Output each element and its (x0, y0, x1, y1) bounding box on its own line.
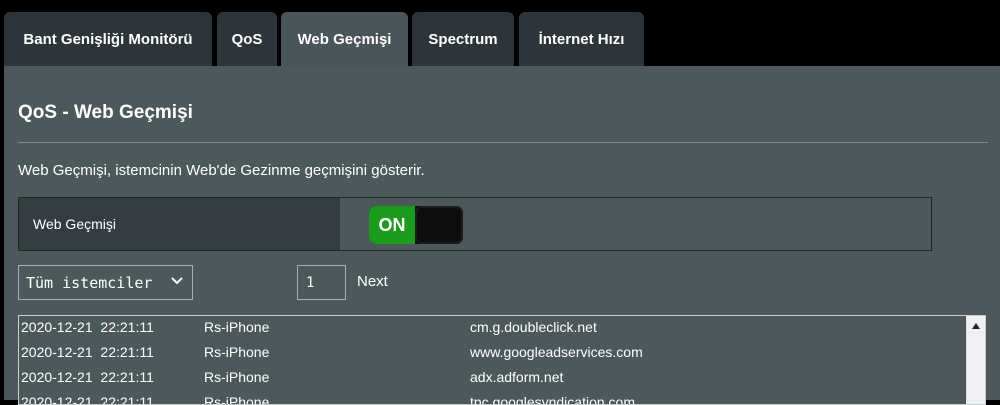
tab-label: İnternet Hızı (538, 30, 625, 48)
next-page-link[interactable]: Next (357, 273, 388, 290)
history-datetime: 2020-12-21 22:21:11 (21, 369, 154, 385)
history-client: Rs-iPhone (204, 319, 270, 335)
toggle-on-label: ON (369, 206, 415, 244)
history-client: Rs-iPhone (204, 344, 270, 360)
toggle-knob (415, 206, 463, 244)
content-panel: QoS - Web Geçmişi Web Geçmişi, istemcini… (4, 66, 1000, 405)
title-divider (18, 142, 988, 143)
tab-label: Spectrum (428, 30, 498, 48)
history-url: adx.adform.net (470, 369, 564, 385)
client-select-value: Tüm istemciler (26, 273, 153, 292)
chevron-down-icon (171, 277, 183, 285)
history-datetime: 2020-12-21 22:21:11 (21, 319, 154, 335)
tab-qos[interactable]: QoS (217, 12, 277, 66)
history-client: Rs-iPhone (204, 369, 270, 385)
list-item: 2020-12-21 22:21:11 Rs-iPhone tpc.google… (19, 391, 959, 404)
tab-web-history[interactable]: Web Geçmişi (281, 12, 408, 66)
web-history-toggle[interactable]: ON (369, 206, 463, 244)
history-url: cm.g.doubleclick.net (470, 319, 597, 335)
tab-spectrum[interactable]: Spectrum (412, 12, 514, 66)
history-list[interactable]: 2020-12-21 22:21:11 Rs-iPhone cm.g.doubl… (18, 315, 986, 405)
scroll-up-arrow-icon[interactable] (972, 323, 980, 329)
page-number-input[interactable] (297, 265, 346, 300)
tab-bandwidth-monitor[interactable]: Bant Genişliği Monitörü (4, 12, 212, 66)
tab-bar: Bant Genişliği Monitörü QoS Web Geçmişi … (0, 0, 1000, 66)
list-item: 2020-12-21 22:21:11 Rs-iPhone adx.adform… (19, 366, 959, 391)
tab-label: QoS (231, 30, 263, 48)
web-history-setting-row: Web Geçmişi ON (18, 197, 932, 251)
history-datetime: 2020-12-21 22:21:11 (21, 344, 154, 360)
tab-label: Bant Genişliği Monitörü (23, 30, 193, 48)
web-history-setting-label: Web Geçmişi (19, 198, 340, 250)
list-item: 2020-12-21 22:21:11 Rs-iPhone cm.g.doubl… (19, 316, 959, 341)
page-description: Web Geçmişi, istemcinin Web'de Gezinme g… (18, 162, 425, 179)
client-select[interactable]: Tüm istemciler (18, 265, 193, 300)
tab-internet-speed[interactable]: İnternet Hızı (519, 12, 644, 66)
list-item: 2020-12-21 22:21:11 Rs-iPhone www.google… (19, 341, 959, 366)
history-scrollbar[interactable] (966, 316, 985, 404)
history-url: www.googleadservices.com (470, 344, 643, 360)
page-title: QoS - Web Geçmişi (18, 102, 193, 123)
tab-label: Web Geçmişi (297, 30, 392, 48)
